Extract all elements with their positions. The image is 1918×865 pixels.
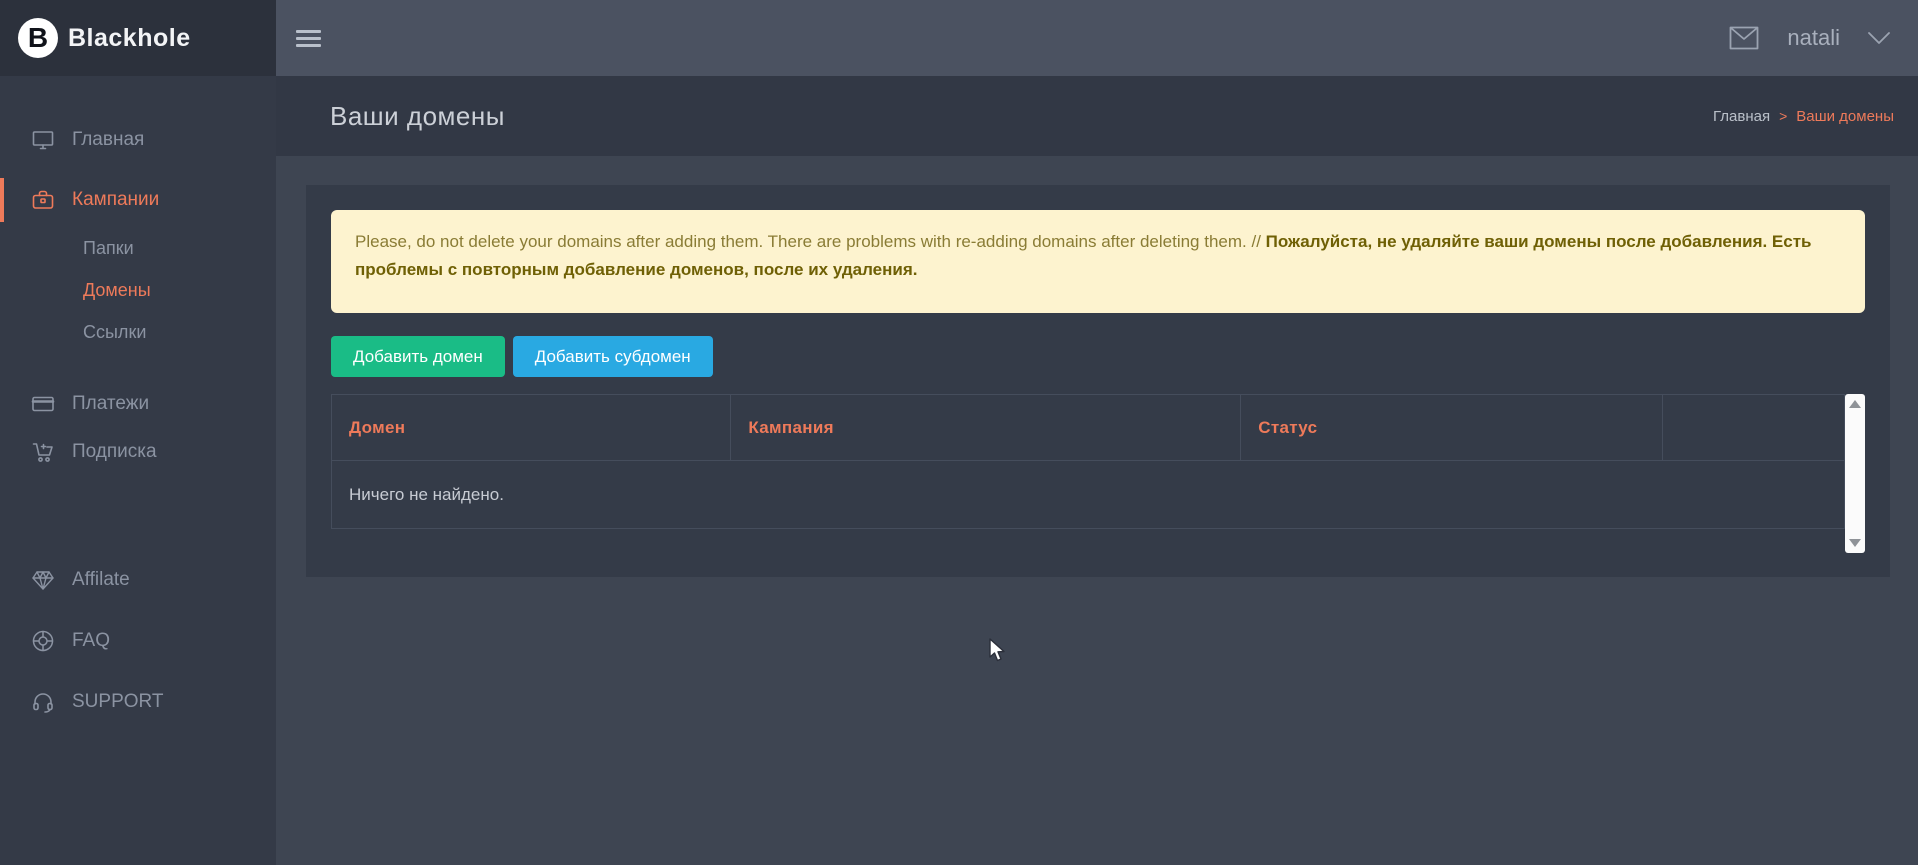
table-row: Ничего не найдено. <box>332 461 1845 529</box>
sidebar-item-subscription[interactable]: Подписка <box>0 430 276 474</box>
username[interactable]: natali <box>1787 25 1840 51</box>
gem-icon <box>31 568 55 592</box>
sidebar-item-label: Кампании <box>72 189 159 211</box>
sidebar-item-affiliate[interactable]: Affilate <box>0 558 276 602</box>
briefcase-icon <box>31 188 55 212</box>
column-header-domain: Домен <box>332 395 731 461</box>
headset-icon <box>31 690 55 714</box>
domains-card: Please, do not delete your domains after… <box>306 185 1890 577</box>
brand-logo-icon: B <box>18 18 58 58</box>
lifebuoy-icon <box>31 629 55 653</box>
monitor-icon <box>31 128 55 152</box>
brand-logo[interactable]: B Blackhole <box>0 0 276 76</box>
sidebar-item-faq[interactable]: FAQ <box>0 619 276 663</box>
sidebar-item-label: Главная <box>72 129 144 151</box>
add-domain-button[interactable]: Добавить домен <box>331 336 505 377</box>
brand-name: Blackhole <box>68 24 191 53</box>
table-scrollbar[interactable] <box>1845 394 1865 553</box>
warning-banner: Please, do not delete your domains after… <box>331 210 1865 313</box>
topbar: natali <box>276 0 1918 76</box>
warning-text-en: Please, do not delete your domains after… <box>355 232 1266 251</box>
hamburger-menu-icon[interactable] <box>296 26 321 51</box>
credit-card-icon <box>31 392 55 416</box>
sidebar-item-label: Домены <box>83 280 151 301</box>
column-header-campaign: Кампания <box>731 395 1241 461</box>
sidebar-item-label: Платежи <box>72 393 149 415</box>
breadcrumb-separator: > <box>1779 108 1787 124</box>
add-subdomain-button[interactable]: Добавить субдомен <box>513 336 713 377</box>
sidebar-item-label: Подписка <box>72 441 157 463</box>
domains-table: Домен Кампания Статус Ничего не найдено. <box>331 394 1845 529</box>
column-header-actions <box>1663 395 1845 461</box>
chevron-down-icon[interactable] <box>1868 32 1890 45</box>
scroll-up-icon[interactable] <box>1849 400 1861 408</box>
sidebar-item-payments[interactable]: Платежи <box>0 382 276 426</box>
sidebar-item-label: Ссылки <box>83 322 146 343</box>
sidebar-item-domains[interactable]: Домены <box>0 272 276 308</box>
breadcrumb-current: Ваши домены <box>1796 108 1894 125</box>
sidebar-item-support[interactable]: SUPPORT <box>0 680 276 724</box>
table-header-row: Домен Кампания Статус <box>332 395 1845 461</box>
domains-table-container: Домен Кампания Статус Ничего не найдено. <box>331 394 1865 553</box>
sidebar-item-folders[interactable]: Папки <box>0 230 276 266</box>
breadcrumb: Главная > Ваши домены <box>1713 108 1894 125</box>
sidebar-item-label: SUPPORT <box>72 691 164 713</box>
breadcrumb-home-link[interactable]: Главная <box>1713 108 1770 125</box>
sidebar-item-label: FAQ <box>72 630 110 652</box>
sidebar-item-links[interactable]: Ссылки <box>0 314 276 350</box>
cart-icon <box>31 440 55 464</box>
sidebar-item-campaigns[interactable]: Кампании <box>0 178 276 222</box>
sidebar: Главная Кампании Папки Домены Ссылки Пла… <box>0 76 276 865</box>
page-title: Ваши домены <box>330 101 505 132</box>
sidebar-item-label: Папки <box>83 238 134 259</box>
scroll-down-icon[interactable] <box>1849 539 1861 547</box>
sidebar-item-home[interactable]: Главная <box>0 118 276 162</box>
page-header: Ваши домены Главная > Ваши домены <box>276 76 1918 156</box>
mail-icon[interactable] <box>1729 26 1759 50</box>
sidebar-item-label: Affilate <box>72 569 130 591</box>
column-header-status: Статус <box>1241 395 1663 461</box>
content-area: Please, do not delete your domains after… <box>276 156 1918 865</box>
empty-state-text: Ничего не найдено. <box>332 461 1845 529</box>
